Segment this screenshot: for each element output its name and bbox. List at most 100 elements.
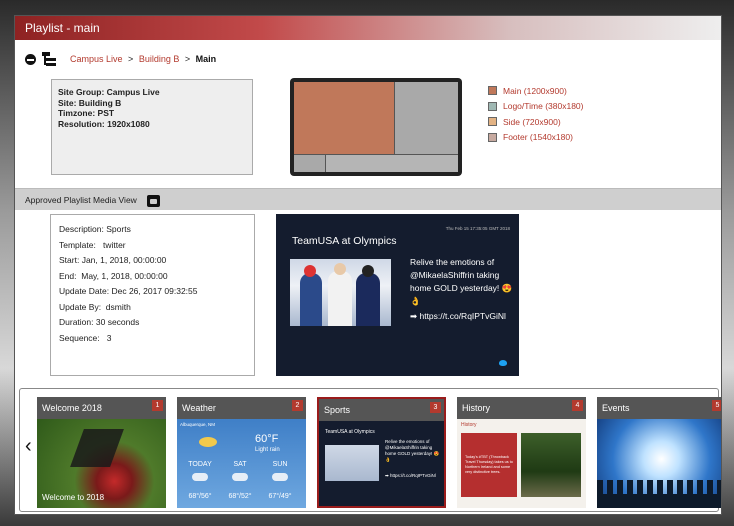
end-value: May, 1, 2018, 00:00:00 <box>81 270 168 281</box>
crowd-ground <box>597 494 721 508</box>
weather-city: Albuquerque, NM <box>180 422 216 427</box>
breadcrumb-link-campus-live[interactable]: Campus Live <box>70 54 123 64</box>
card-history-text: Today's #TBT (Throwback Travel Thursday)… <box>465 455 513 474</box>
tweet-photo <box>290 259 391 326</box>
playlist-card-events[interactable]: Events 5 <box>597 397 721 508</box>
swatch-side <box>488 117 497 127</box>
card-history-photo <box>521 433 581 497</box>
legend-label: Main (1200x900) <box>503 85 567 96</box>
zone-logo-time[interactable] <box>294 154 326 172</box>
timezone-value: PST <box>97 108 115 118</box>
cloud-icon <box>232 473 248 481</box>
playlist-card-history[interactable]: History 4 History Today's #TBT (Throwback… <box>457 397 586 508</box>
legend-item-main[interactable]: Main (1200x900) <box>488 83 583 99</box>
hierarchy-icon <box>42 52 56 66</box>
card-mini-text: Relive the emotions of @MikaelaShiffrin … <box>385 439 440 462</box>
card-sequence-badge: 5 <box>712 400 721 411</box>
layout-preview <box>290 78 462 176</box>
sun-cloud-icon <box>199 437 217 447</box>
card-sequence-badge: 2 <box>292 400 303 411</box>
playlist-card-sports[interactable]: Sports 3 TeamUSA at Olympics Relive the e… <box>317 397 446 508</box>
sequence-value: 3 <box>106 332 112 343</box>
legend-item-side[interactable]: Side (720x900) <box>488 114 583 130</box>
breadcrumb-separator: > <box>184 54 191 64</box>
card-mini-title: TeamUSA at Olympics <box>325 429 375 435</box>
legend-label: Footer (1540x180) <box>503 132 573 143</box>
media-icon[interactable] <box>147 194 161 207</box>
breadcrumb-link-building-b[interactable]: Building B <box>139 54 180 64</box>
twitter-bird-icon <box>499 360 507 366</box>
site-value: Building B <box>78 97 122 108</box>
site-group-label: Site Group: <box>58 87 105 97</box>
zone-side[interactable] <box>395 82 458 154</box>
card-sequence-badge: 4 <box>572 400 583 411</box>
legend-item-footer[interactable]: Footer (1540x180) <box>488 130 583 146</box>
resolution-value: 1920x1080 <box>107 118 150 129</box>
weather-temp: 60°F <box>255 433 279 445</box>
zone-main[interactable] <box>294 82 395 154</box>
tweet-preview: Thu Feb 15 17:35:05 GMT 2018 TeamUSA at … <box>276 214 519 376</box>
cloud-icon <box>272 473 288 481</box>
zone-footer[interactable] <box>326 154 458 172</box>
card-sequence-badge: 3 <box>430 402 441 413</box>
card-title: Weather <box>182 403 216 413</box>
card-title: Sports <box>324 405 351 415</box>
playlist-card-welcome[interactable]: Welcome 2018 1 Welcome to 2018 <box>37 397 166 508</box>
swatch-footer <box>488 132 497 142</box>
playlist-card-weather[interactable]: Weather 2 Albuquerque, NM 60°F Light rain… <box>177 397 306 508</box>
start-label: Start: <box>59 255 80 265</box>
resolution-label: Resolution: <box>58 118 105 129</box>
card-thumbnail: Welcome to 2018 <box>37 419 166 508</box>
sequence-label: Sequence: <box>59 332 100 343</box>
update-by-label: Update By: <box>59 301 102 312</box>
card-text-block: Today's #TBT (Throwback Travel Thursday)… <box>461 433 517 497</box>
duration-label: Duration: <box>59 317 94 327</box>
update-by-value: dsmith <box>105 301 131 312</box>
start-value: Jan, 1, 2018, 00:00:00 <box>81 255 167 265</box>
tweet-text: Relive the emotions of @MikaelaShiffrin … <box>410 257 513 306</box>
weather-condition: Light rain <box>255 447 280 453</box>
card-title: Welcome 2018 <box>42 403 102 413</box>
collapse-icon[interactable] <box>25 53 36 65</box>
media-details-panel: Description: Sports Template: twitter St… <box>50 214 255 376</box>
forecast-day: TODAY <box>188 461 212 468</box>
update-date-value: Dec 26, 2017 09:32:55 <box>111 286 198 296</box>
playlist-carousel: ‹ › Welcome 20181 Welcome to 2018 Weathe… <box>19 388 721 512</box>
cloud-icon <box>192 473 208 481</box>
card-thumbnail: History Today's #TBT (Throwback Travel T… <box>457 419 586 508</box>
carousel-prev-button[interactable]: ‹ <box>25 436 32 456</box>
legend-label: Side (720x900) <box>503 116 561 127</box>
card-caption: Welcome to 2018 <box>42 493 105 502</box>
card-title: Events <box>602 403 630 413</box>
template-label: Template: <box>59 239 96 250</box>
end-label: End: <box>59 270 77 281</box>
description-value: Sports <box>106 224 131 234</box>
site-label: Site: <box>58 97 77 108</box>
site-group-value: Campus Live <box>106 87 160 97</box>
section-title: Approved Playlist Media View <box>25 195 137 205</box>
zone-legend: Main (1200x900) Logo/Time (380x180) Side… <box>488 83 583 145</box>
tweet-link[interactable]: ➡ https://t.co/RqIPTvGiNl <box>410 311 506 322</box>
breadcrumb-separator: > <box>128 54 134 64</box>
forecast-day: SAT <box>233 461 247 468</box>
tweet-title: TeamUSA at Olympics <box>292 235 397 247</box>
card-thumbnail <box>597 419 721 508</box>
forecast-temp: 68°/52° <box>228 493 252 500</box>
tweet-timestamp: Thu Feb 15 17:35:05 GMT 2018 <box>445 226 510 231</box>
template-value: twitter <box>102 239 126 250</box>
card-thumbnail: Albuquerque, NM 60°F Light rain TODAY SA… <box>177 419 306 508</box>
window-title: Playlist - main <box>15 16 721 40</box>
card-tag: History <box>461 422 477 428</box>
forecast-day: SUN <box>272 461 288 468</box>
update-date-label: Update Date: <box>59 286 110 296</box>
playlist-window: Playlist - main Campus Live > Building B… <box>14 15 722 515</box>
forecast-temp: 67°/49° <box>268 493 292 500</box>
swatch-main <box>488 86 497 96</box>
forecast-temp: 68°/56° <box>188 493 212 500</box>
card-mini-link: ➡ https://t.co/RqIPTvGiNl <box>385 473 436 478</box>
timezone-label: Timzone: <box>58 108 96 118</box>
legend-item-logo-time[interactable]: Logo/Time (380x180) <box>488 99 583 115</box>
breadcrumb-current: Main <box>195 54 217 64</box>
breadcrumb: Campus Live > Building B > Main <box>25 51 216 67</box>
description-label: Description: <box>59 224 104 234</box>
